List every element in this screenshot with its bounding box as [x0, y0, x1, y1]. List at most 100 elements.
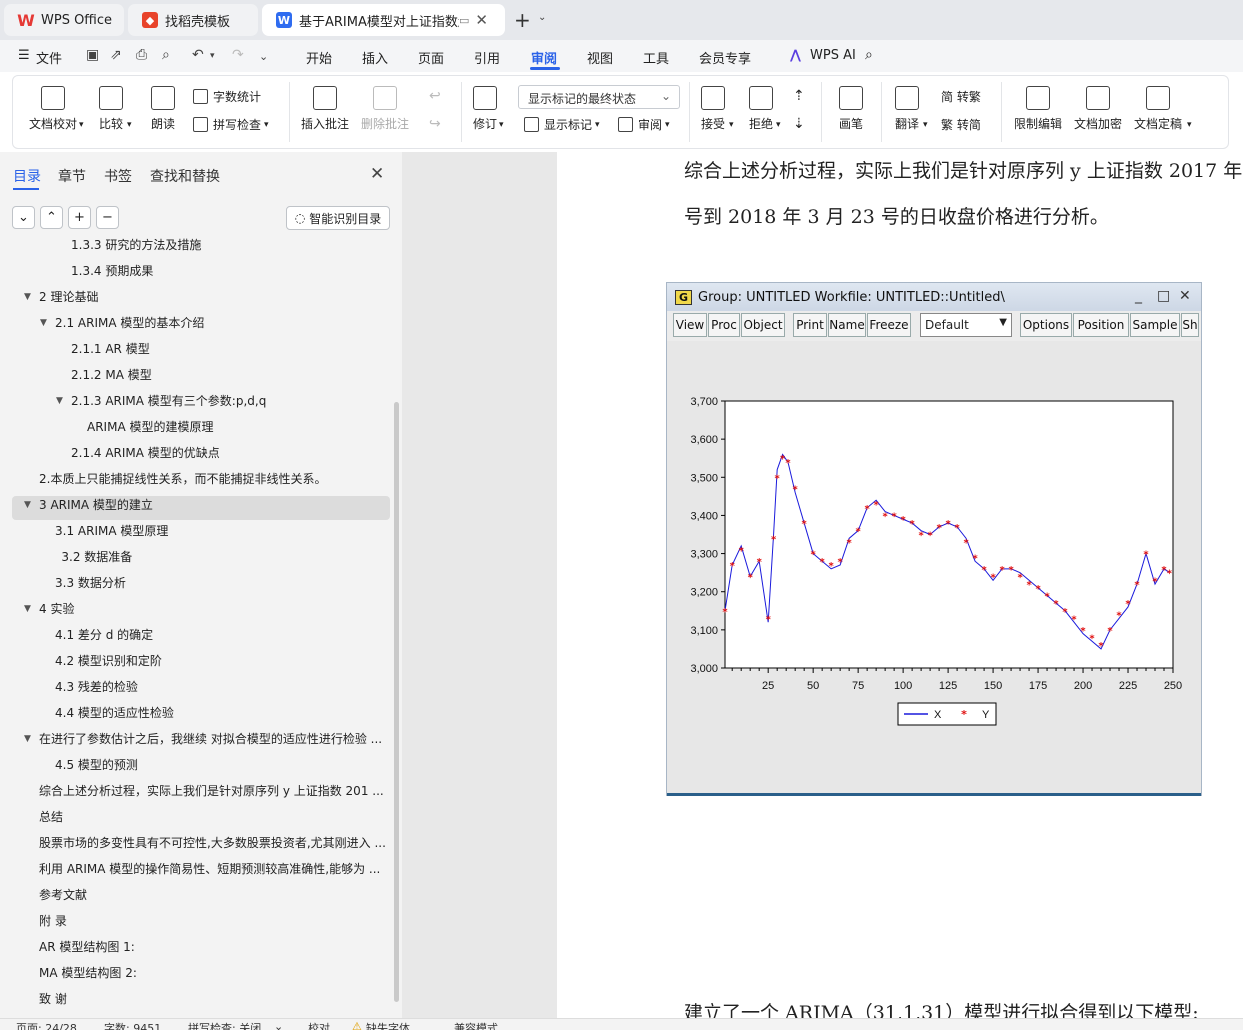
toc-item[interactable]: 利用 ARIMA 模型的操作简易性、短期预测较高准确性,能够为 ... [0, 858, 386, 880]
undo-icon[interactable]: ↶ [192, 47, 204, 63]
doc-check-button[interactable]: 文档校对 [29, 86, 77, 132]
tab-template[interactable]: ◆ 找稻壳模板 [128, 4, 258, 36]
toc-item[interactable]: 4.5 模型的预测 [0, 754, 386, 776]
expand-arrow-icon[interactable]: ▼ [40, 312, 47, 334]
reject-button[interactable]: 拒绝 [749, 86, 773, 132]
track-changes-button[interactable]: 修订 [473, 86, 497, 132]
menu-page[interactable]: 页面 [418, 48, 444, 67]
expand-down-button[interactable]: ⌄ [12, 206, 35, 229]
toc-item[interactable]: 1.3.3 研究的方法及措施 [0, 238, 386, 256]
toc-item[interactable]: 3.1 ARIMA 模型原理 [0, 520, 386, 542]
expand-arrow-icon[interactable]: ▼ [24, 728, 31, 750]
toc-item[interactable]: ▼ 2 理论基础 [0, 286, 386, 308]
tab-chapters[interactable]: 章节 [58, 166, 86, 186]
toc-item[interactable]: ▼ 3 ARIMA 模型的建立 [0, 494, 386, 516]
pen-button[interactable]: 画笔 [839, 86, 863, 132]
toc-item[interactable]: 4.4 模型的适应性检验 [0, 702, 386, 724]
tab-wps-office[interactable]: W WPS Office [4, 4, 124, 36]
word-count-button[interactable]: 字数统计 [193, 88, 261, 105]
toc-item[interactable]: ▼ 2.1 ARIMA 模型的基本介绍 [0, 312, 386, 334]
toc-item[interactable]: 附 录 [0, 910, 386, 932]
hamburger-icon[interactable]: ☰ [18, 48, 30, 63]
tab-find-replace[interactable]: 查找和替换 [150, 166, 220, 186]
toc-item[interactable]: 4.2 模型识别和定阶 [0, 650, 386, 672]
encrypt-button[interactable]: 文档加密 [1074, 86, 1122, 132]
finalize-button[interactable]: 文档定稿 [1134, 86, 1182, 132]
menu-reference[interactable]: 引用 [474, 48, 500, 67]
status-missing-font[interactable]: 缺失字体 [366, 1020, 410, 1030]
insert-comment-button[interactable]: 插入批注 [301, 86, 349, 132]
toc-item[interactable]: MA 模型结构图 2: [0, 962, 386, 984]
tab-bookmarks[interactable]: 书签 [104, 166, 132, 186]
toc-item[interactable]: 股票市场的多变性具有不可控性,大多数股票投资者,尤其刚进入 ... [0, 832, 386, 854]
menu-wps-ai[interactable]: WPS AI [810, 48, 856, 63]
previous-change-icon[interactable]: ⇡ [793, 88, 805, 104]
status-proof[interactable]: 校对 [308, 1020, 330, 1030]
menu-file[interactable]: 文件 [36, 48, 62, 67]
toc-item[interactable]: 2.1.1 AR 模型 [0, 338, 386, 360]
read-aloud-button[interactable]: 朗读 [151, 86, 175, 132]
toc-item[interactable]: ARIMA 模型的建模原理 [0, 416, 386, 438]
toc-item[interactable]: ▼ 在进行了参数估计之后，我继续 对拟合模型的适应性进行检验 ... [0, 728, 386, 750]
remove-heading-button[interactable]: − [96, 206, 119, 229]
menu-tools[interactable]: 工具 [643, 48, 669, 67]
more-chevron-icon[interactable]: ⌄ [259, 50, 268, 63]
menu-member[interactable]: 会员专享 [699, 48, 751, 67]
undo-chevron-icon[interactable]: ▾ [210, 51, 215, 61]
toc-item[interactable]: 参考文献 [0, 884, 386, 906]
expand-arrow-icon[interactable]: ▼ [24, 286, 31, 308]
show-markup-button[interactable]: 显示标记 ▾ [524, 116, 600, 133]
toc-item[interactable]: 2.1.4 ARIMA 模型的优缺点 [0, 442, 386, 464]
toc-item[interactable]: 致 谢 [0, 988, 386, 1010]
status-spell[interactable]: 拼写检查: 关闭 [188, 1020, 261, 1030]
to-traditional-button[interactable]: 简 转繁 [941, 88, 981, 105]
menu-review[interactable]: 审阅 [531, 48, 557, 67]
restrict-edit-button[interactable]: 限制编辑 [1014, 86, 1062, 132]
markup-display-select[interactable]: 显示标记的最终状态 ⌄ [518, 85, 680, 109]
chevron-down-icon[interactable]: ⌄ [538, 12, 546, 23]
toc-item[interactable]: 1.3.4 预期成果 [0, 260, 386, 282]
menu-view[interactable]: 视图 [587, 48, 613, 67]
close-tab-icon[interactable]: ✕ [475, 11, 488, 29]
print-preview-icon[interactable]: ⌕ [162, 47, 170, 63]
search-icon[interactable]: ⌕ [865, 47, 873, 63]
toc-item[interactable]: ▼ 2.1.3 ARIMA 模型有三个参数:p,d,q [0, 390, 386, 412]
to-simplified-button[interactable]: 繁 转简 [941, 116, 981, 133]
status-page[interactable]: 页面: 24/28 [16, 1020, 77, 1030]
tab-toc[interactable]: 目录 [13, 166, 41, 186]
toc-item[interactable]: AR 模型结构图 1: [0, 936, 386, 958]
toc-item[interactable]: 综合上述分析过程，实际上我们是针对原序列 y 上证指数 201 ... [0, 780, 386, 802]
add-tab-icon[interactable]: + [514, 8, 531, 32]
chevron-down-icon[interactable]: ⌄ [274, 1020, 283, 1030]
close-icon[interactable]: ✕ [370, 164, 384, 184]
tab-document[interactable]: W 基于ARIMA模型对上证指数趋 ▭ ✕ [262, 4, 505, 36]
expand-arrow-icon[interactable]: ▼ [56, 390, 63, 412]
toc-item[interactable]: 4.1 差分 d 的确定 [0, 624, 386, 646]
toc-item[interactable]: 3.3 数据分析 [0, 572, 386, 594]
spell-check-button[interactable]: 拼写检查 ▾ [193, 116, 269, 133]
save-icon[interactable]: ▣ [86, 47, 99, 63]
translate-button[interactable]: 翻译 [895, 86, 919, 132]
compare-button[interactable]: 比较 [99, 86, 123, 132]
print-icon[interactable]: ⎙ [136, 47, 147, 63]
next-change-icon[interactable]: ⇣ [793, 116, 805, 132]
toc-item[interactable]: 2.本质上只能捕捉线性关系，而不能捕捉非线性关系。 [0, 468, 386, 490]
status-words[interactable]: 字数: 9451 [104, 1020, 161, 1030]
toc-item[interactable]: 2.1.2 MA 模型 [0, 364, 386, 386]
toc-item[interactable]: 4.3 残差的检验 [0, 676, 386, 698]
expand-arrow-icon[interactable]: ▼ [24, 494, 31, 516]
eviews-graph-image[interactable]: G Group: UNTITLED Workfile: UNTITLED::Un… [666, 282, 1202, 796]
toc-item[interactable]: 总结 [0, 806, 386, 828]
expand-arrow-icon[interactable]: ▼ [24, 598, 31, 620]
review-pane-button[interactable]: 审阅 ▾ [618, 116, 670, 133]
smart-toc-button[interactable]: ◌ 智能识别目录 [286, 206, 390, 230]
toc-item[interactable]: 3.2 数据准备 [0, 546, 386, 568]
menu-home[interactable]: 开始 [306, 48, 332, 67]
toc-item[interactable]: ▼ 4 实验 [0, 598, 386, 620]
accept-button[interactable]: 接受 [701, 86, 725, 132]
menu-insert[interactable]: 插入 [362, 48, 388, 67]
add-heading-button[interactable]: + [68, 206, 91, 229]
collapse-up-button[interactable]: ⌃ [40, 206, 63, 229]
export-icon[interactable]: ⇗ [110, 47, 122, 63]
toc-scrollbar[interactable] [394, 402, 399, 1002]
